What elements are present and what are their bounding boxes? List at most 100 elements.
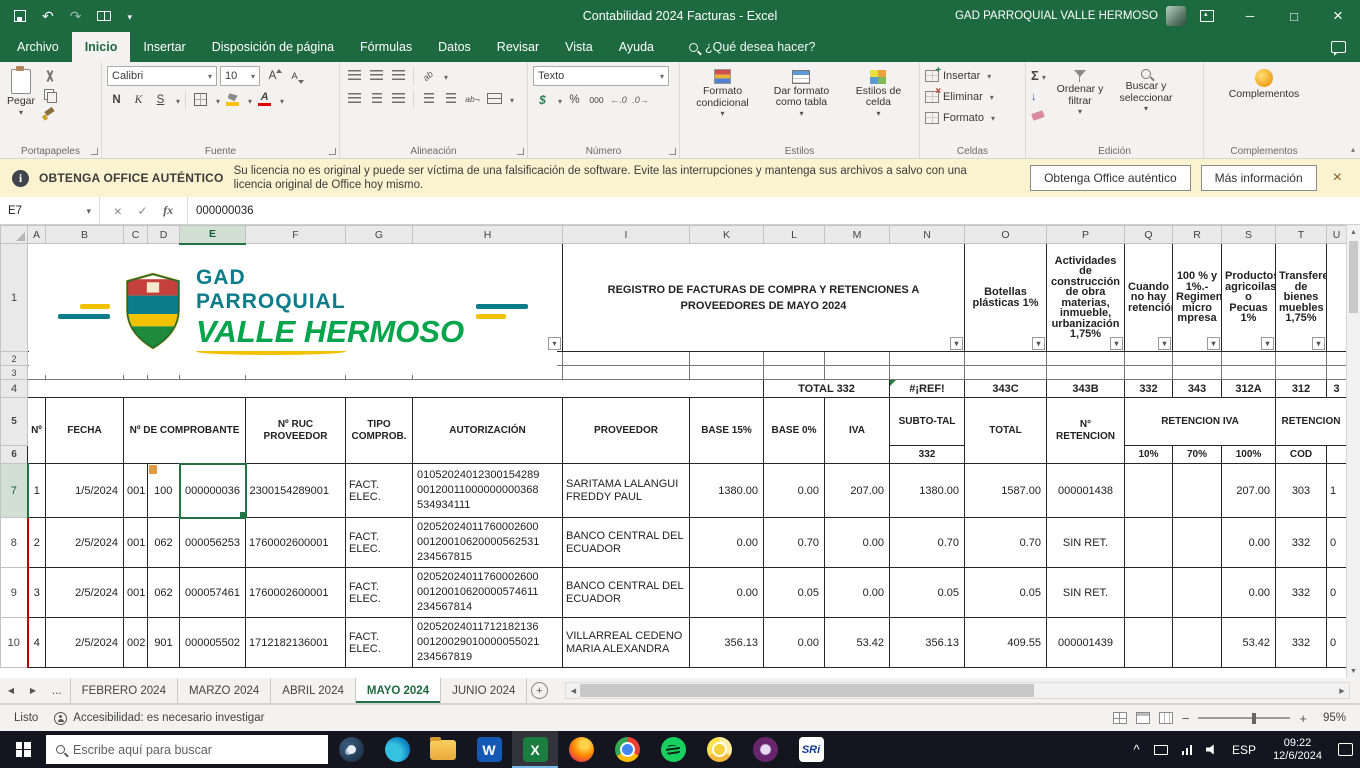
autosum-button[interactable]: Σ [1031,68,1047,83]
cell[interactable] [27,351,46,366]
cell-H9[interactable]: 0205202401176000260000120010620000574611… [412,567,563,618]
cell[interactable] [1275,351,1327,366]
cell-M10[interactable]: 53.42 [824,617,890,668]
cell-D8[interactable]: 062 [147,517,180,568]
header-base15[interactable]: BASE 15% [689,397,764,464]
cell-I10[interactable]: VILLARREAL CEDENO MARIA ALEXANDRA [562,617,690,668]
cell-O8[interactable]: 0.70 [964,517,1047,568]
page-break-view-button[interactable] [1158,712,1173,724]
cell-K8[interactable]: 0.00 [689,517,764,568]
column-header-T[interactable]: T [1275,225,1327,244]
cell-B9[interactable]: 2/5/2024 [45,567,124,618]
zoom-out-button[interactable] [1182,711,1190,726]
row-header-6[interactable]: 6 [0,445,28,464]
column-header-S[interactable]: S [1221,225,1276,244]
avatar[interactable] [1166,6,1186,26]
notification-icon[interactable] [1331,743,1360,756]
header-total[interactable]: TOTAL [964,397,1047,464]
ribbon-tab-ayuda[interactable]: Ayuda [606,32,667,62]
header-cod[interactable]: COD [1275,445,1327,464]
chevron-down-icon[interactable] [277,93,284,107]
column-header-B[interactable]: B [45,225,124,244]
taskbar-chrome-canary-icon[interactable] [696,731,742,768]
cell-Q10[interactable] [1124,617,1173,668]
accounting-format-button[interactable] [533,90,552,109]
cell-I8[interactable]: BANCO CENTRAL DEL ECUADOR [562,517,690,568]
cell-E9[interactable]: 000057461 [179,567,246,618]
formula-input[interactable]: 000000036 [188,197,1360,224]
cell-O10[interactable]: 409.55 [964,617,1047,668]
sheet-tab-junio-2024[interactable]: JUNIO 2024 [441,678,528,703]
cell[interactable] [45,365,124,380]
chevron-down-icon[interactable] [441,69,448,83]
cell[interactable] [1172,351,1222,366]
cell-O9[interactable]: 0.05 [964,567,1047,618]
font-size-select[interactable]: 10 [220,66,260,86]
cell-T1[interactable]: Transferencia de bienes muebles 1,75% [1275,243,1327,352]
cell[interactable] [179,365,246,380]
filter-dropdown-icon[interactable] [1261,337,1274,350]
header-retencion2[interactable]: RETENCION [1275,397,1346,446]
close-button[interactable] [1316,0,1360,32]
comma-style-button[interactable]: 000 [587,90,606,109]
volume-icon[interactable] [1199,744,1224,755]
cell-U4[interactable]: 3 [1326,379,1346,398]
sheet-tab-overflow[interactable]: ... [44,678,71,703]
cell-H7[interactable]: 0105202401230015428900120011000000000368… [412,463,563,518]
align-top-button[interactable] [345,66,364,85]
cell[interactable] [964,365,1047,380]
header-10pct[interactable]: 10% [1124,445,1173,464]
cell-M8[interactable]: 0.00 [824,517,890,568]
scroll-right-icon[interactable] [1335,683,1349,698]
cell-P9[interactable]: SIN RET. [1046,567,1125,618]
row-header-8[interactable]: 8 [0,517,28,568]
decrease-indent-button[interactable] [419,89,438,108]
cell-U7[interactable]: 1 [1326,463,1346,518]
sheet-nav-right-icon[interactable] [22,678,44,703]
search-input[interactable] [73,742,318,757]
row-header-3[interactable]: 3 [0,365,28,380]
addins-button[interactable]: Complementos [1209,66,1319,104]
cell[interactable] [345,351,413,366]
cell-S9[interactable]: 0.00 [1221,567,1276,618]
cell-U1[interactable] [1326,243,1346,352]
filter-dropdown-icon[interactable] [1312,337,1325,350]
cell-O7[interactable]: 1587.00 [964,463,1047,518]
cell[interactable] [689,351,764,366]
cell-T4[interactable]: 312 [1275,379,1327,398]
paste-button[interactable]: Pegar [5,66,37,121]
cell-G9[interactable]: FACT. ELEC. [345,567,413,618]
cell-G10[interactable]: FACT. ELEC. [345,617,413,668]
header-base0[interactable]: BASE 0% [763,397,825,464]
header-100pct[interactable]: 100% [1221,445,1276,464]
cell[interactable] [1326,365,1346,380]
column-header-P[interactable]: P [1046,225,1125,244]
italic-button[interactable]: K [129,90,148,109]
row-header-4[interactable]: 4 [0,379,28,398]
decrease-decimal-button[interactable] [631,90,650,109]
percent-style-button[interactable]: % [565,90,584,109]
cell-K7[interactable]: 1380.00 [689,463,764,518]
filter-dropdown-icon[interactable] [1158,337,1171,350]
increase-indent-button[interactable] [441,89,460,108]
cell[interactable] [889,351,965,366]
header-70pct[interactable]: 70% [1172,445,1222,464]
cell[interactable] [562,351,690,366]
cell[interactable] [824,351,890,366]
cell-B7[interactable]: 1/5/2024 [45,463,124,518]
horizontal-scrollbar[interactable] [565,682,1350,699]
header-autorizacion[interactable]: AUTORIZACIÓN [412,397,563,464]
cell[interactable] [1172,365,1222,380]
header-tipo[interactable]: TIPO COMPROB. [345,397,413,464]
column-header-L[interactable]: L [763,225,825,244]
cell-E8[interactable]: 000056253 [179,517,246,568]
column-header-D[interactable]: D [147,225,180,244]
column-header-N[interactable]: N [889,225,965,244]
row-header-5[interactable]: 5 [0,397,28,446]
cell-Q4[interactable]: 332 [1124,379,1173,398]
taskbar-word-icon[interactable] [466,731,512,768]
merge-center-button[interactable] [485,89,504,108]
close-icon[interactable] [1327,169,1348,187]
cell-A7[interactable]: 1 [26,463,46,518]
dialog-launcher-icon[interactable] [517,148,524,155]
